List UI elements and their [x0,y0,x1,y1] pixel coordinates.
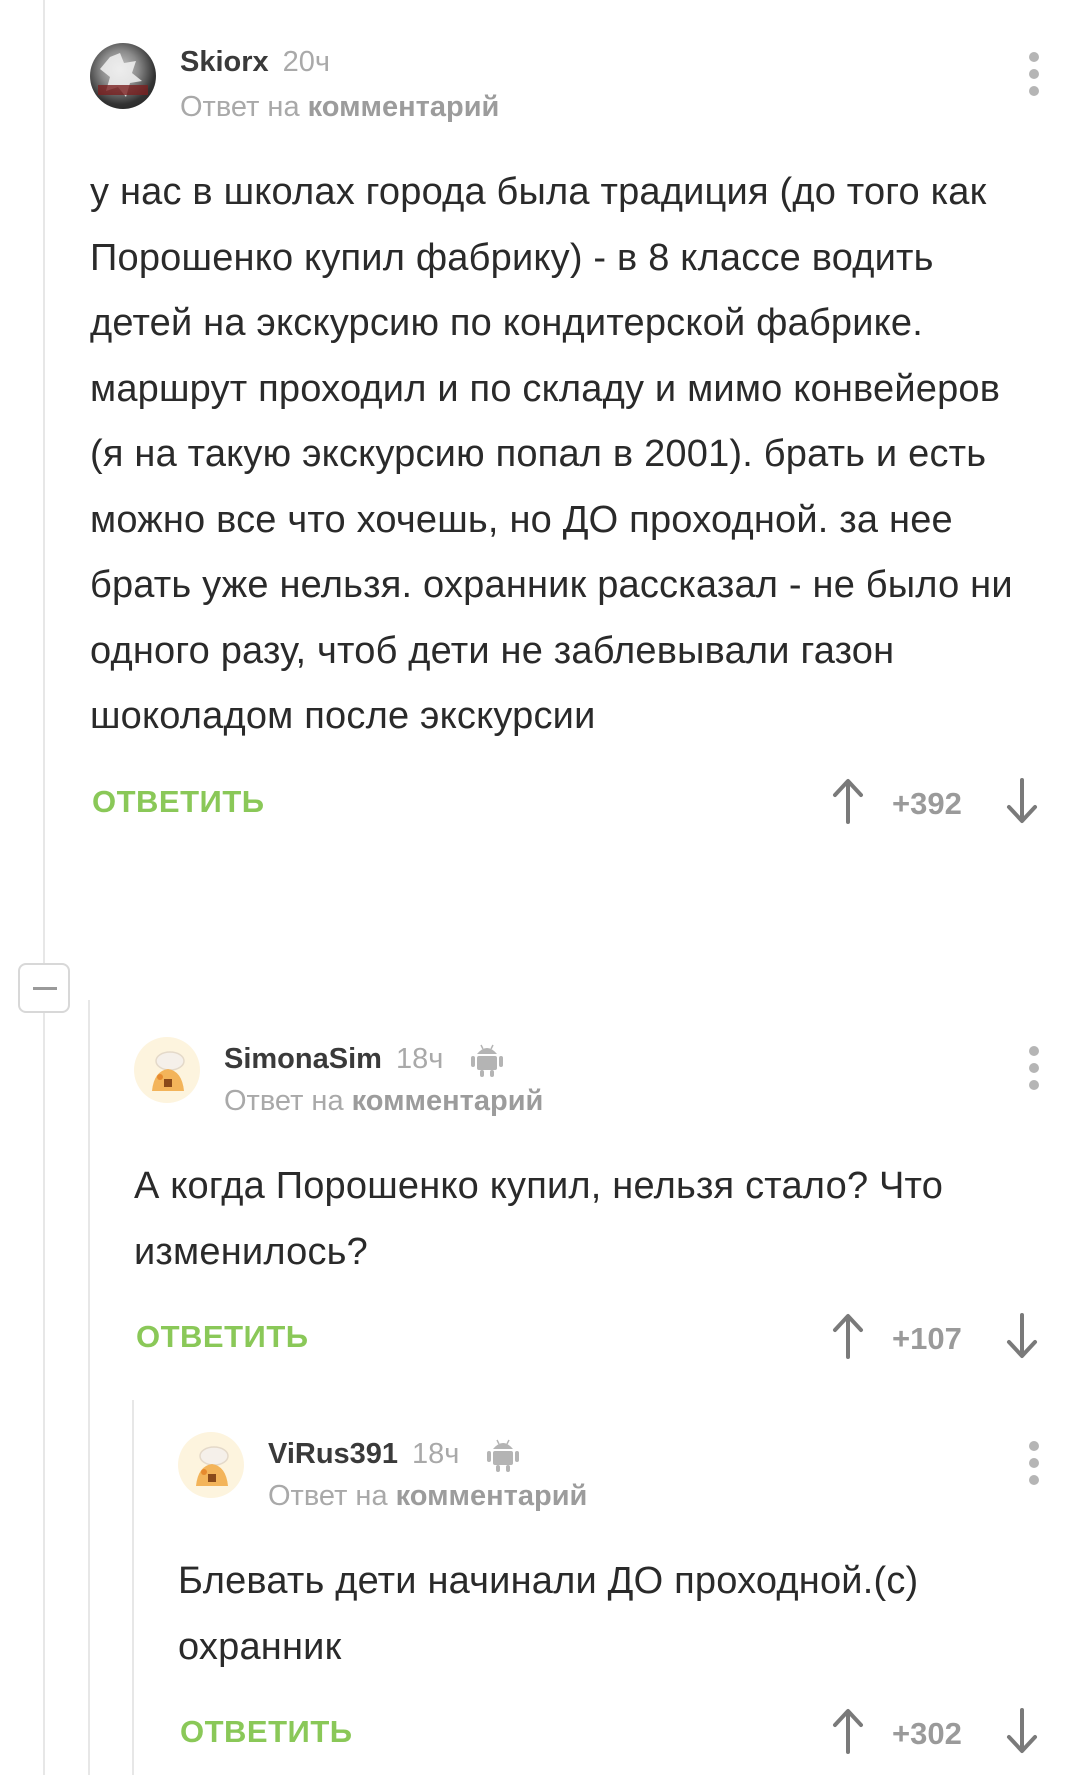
reply-button[interactable]: ОТВЕТИТЬ [92,784,265,820]
comment-time: 20ч [282,46,331,78]
author-row: Skiorx 20ч [180,46,330,79]
arrow-down-icon[interactable] [1004,1706,1040,1756]
reply-to-line: Ответ на комментарий [268,1480,587,1513]
arrow-up-icon[interactable] [830,776,866,826]
more-vertical-icon[interactable] [1024,52,1044,100]
reply-button[interactable]: ОТВЕТИТЬ [136,1319,309,1355]
reply-to-link[interactable]: комментарий [308,91,500,123]
minus-icon [33,987,57,990]
reply-to-prefix: Ответ на [268,1480,388,1512]
comment-header: ViRus391 18ч Ответ на комментарий [178,1431,1040,1521]
more-vertical-icon[interactable] [1024,1441,1044,1489]
android-icon [471,1044,504,1077]
android-icon [487,1439,520,1472]
author-row: ViRus391 18ч [268,1435,521,1473]
avatar[interactable] [134,1037,200,1103]
thread-line-level-1-cont [43,1013,45,1775]
comment-text: Блевать дети начинали ДО проходной.(с) о… [178,1560,919,1668]
reply-to-line: Ответ на комментарий [180,91,499,124]
author-name[interactable]: Skiorx [180,46,269,79]
reply-button[interactable]: ОТВЕТИТЬ [180,1714,353,1750]
comment-text: у нас в школах города была традиция (до … [90,171,1013,737]
author-row: SimonaSim 18ч [224,1040,505,1078]
comment-text: А когда Порошенко купил, нельзя стало? Ч… [134,1165,944,1273]
reply-to-link[interactable]: комментарий [352,1085,544,1117]
avatar[interactable] [178,1432,244,1498]
comment-time: 18ч [395,1042,444,1075]
vote-widget: +302 [830,1704,1040,1764]
author-name[interactable]: ViRus391 [268,1438,398,1471]
arrow-up-icon[interactable] [830,1706,866,1756]
author-name[interactable]: SimonaSim [224,1043,382,1076]
vote-score: +302 [892,1716,962,1751]
comment-header: SimonaSim 18ч Ответ на комментарий [134,1036,1040,1126]
vote-score: +392 [892,785,962,821]
arrow-down-icon[interactable] [1004,776,1040,826]
comment-time: 18ч [412,1437,460,1470]
collapse-thread-button[interactable] [18,963,70,1013]
comment: SimonaSim 18ч Ответ на комментарий А ког… [134,1036,1040,1369]
comment-footer: ОТВЕТИТЬ +107 [134,1309,1040,1369]
vote-score: +107 [892,1321,962,1356]
comment-footer: ОТВЕТИТЬ +392 [90,774,1040,834]
reply-to-link[interactable]: комментарий [396,1480,588,1512]
comment: ViRus391 18ч Ответ на комментарий Блеват… [178,1431,1040,1764]
reply-to-prefix: Ответ на [180,91,300,123]
thread-line-level-1 [43,0,45,963]
more-vertical-icon[interactable] [1024,1046,1044,1094]
reply-to-prefix: Ответ на [224,1085,344,1117]
thread-line-level-3 [132,1400,134,1775]
avatar[interactable] [90,43,156,109]
arrow-up-icon[interactable] [830,1311,866,1361]
arrow-down-icon[interactable] [1004,1311,1040,1361]
vote-widget: +392 [830,774,1040,834]
thread-line-level-2 [88,1000,90,1775]
comment: Skiorx 20ч Ответ на комментарий у нас в … [90,42,1040,834]
reply-to-line: Ответ на комментарий [224,1085,543,1118]
vote-widget: +107 [830,1309,1040,1369]
comment-footer: ОТВЕТИТЬ +302 [178,1704,1040,1764]
comment-header: Skiorx 20ч Ответ на комментарий [90,42,1040,132]
